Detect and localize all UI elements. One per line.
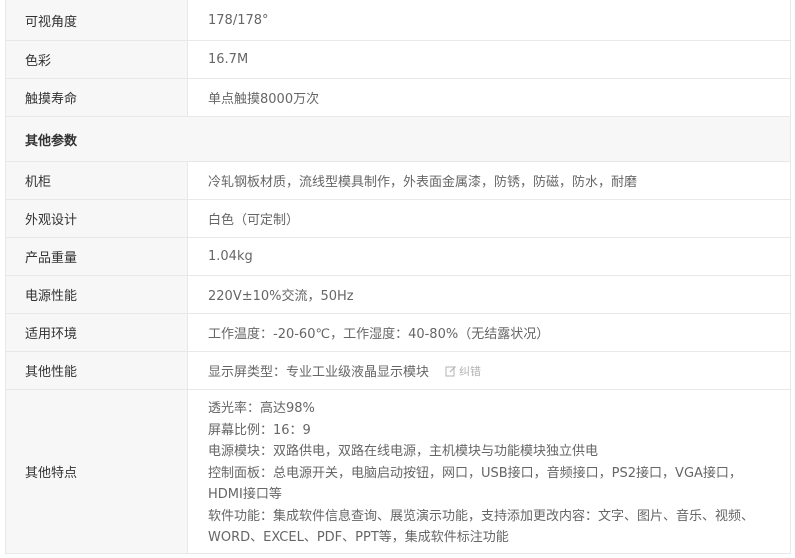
- section-title-other-params: 其他参数: [6, 117, 790, 162]
- spec-key: 触摸寿命: [6, 79, 187, 116]
- spec-row-other-performance: 其他性能 显示屏类型：专业工业级液晶显示模块 纠错: [6, 352, 790, 390]
- feedback-link[interactable]: 纠错: [445, 363, 481, 379]
- spec-key: 电源性能: [6, 276, 187, 313]
- spec-value: 冷轧钢板材质，流线型模具制作，外表面金属漆，防锈，防磁，防水，耐磨: [187, 162, 790, 199]
- spec-value: 220V±10%交流，50Hz: [187, 276, 790, 313]
- spec-key: 机柜: [6, 162, 187, 199]
- spec-row-power: 电源性能 220V±10%交流，50Hz: [6, 276, 790, 314]
- spec-value: 白色（可定制）: [187, 200, 790, 237]
- spec-row-weight: 产品重量 1.04kg: [6, 238, 790, 276]
- spec-key: 其他特点: [6, 390, 187, 553]
- spec-value-features: 透光率：高达98% 屏幕比例：16：9 电源模块：双路供电，双路在线电源，主机模…: [187, 390, 790, 553]
- spec-value: 16.7M: [187, 41, 790, 78]
- spec-key: 可视角度: [6, 0, 187, 40]
- spec-key: 外观设计: [6, 200, 187, 237]
- feature-line: 电源模块：双路供电，双路在线电源，主机模块与功能模块独立供电: [208, 444, 599, 459]
- feedback-label: 纠错: [459, 364, 482, 378]
- feature-line: 透光率：高达98%: [208, 401, 315, 416]
- spec-table: 可视角度 178/178° 色彩 16.7M 触摸寿命 单点触摸8000万次 其…: [5, 0, 791, 554]
- spec-value: 工作温度：-20-60℃，工作湿度：40-80%（无结露状况）: [187, 314, 790, 351]
- spec-key: 产品重量: [6, 238, 187, 275]
- spec-value: 单点触摸8000万次: [187, 79, 790, 116]
- edit-icon: [445, 365, 456, 376]
- spec-row-features: 其他特点 透光率：高达98% 屏幕比例：16：9 电源模块：双路供电，双路在线电…: [6, 390, 790, 554]
- spec-value-text: 显示屏类型：专业工业级液晶显示模块: [208, 365, 430, 380]
- spec-key: 其他性能: [6, 352, 187, 389]
- spec-row-environment: 适用环境 工作温度：-20-60℃，工作湿度：40-80%（无结露状况）: [6, 314, 790, 352]
- feature-line: 控制面板：总电源开关，电脑启动按钮，网口，USB接口，音频接口，PS2接口，VG…: [208, 465, 742, 503]
- feature-line: 屏幕比例：16：9: [208, 422, 311, 438]
- feature-line: 软件功能：集成软件信息查询、展览演示功能，支持添加更改内容：文字、图片、音乐、视…: [208, 508, 755, 546]
- spec-key: 适用环境: [6, 314, 187, 351]
- spec-value: 显示屏类型：专业工业级液晶显示模块 纠错: [187, 352, 790, 389]
- spec-row-viewing-angle: 可视角度 178/178°: [6, 0, 790, 41]
- spec-value: 178/178°: [187, 0, 790, 40]
- spec-row-color: 色彩 16.7M: [6, 41, 790, 79]
- spec-row-touch-life: 触摸寿命 单点触摸8000万次: [6, 79, 790, 117]
- spec-value: 1.04kg: [187, 238, 790, 275]
- spec-row-cabinet: 机柜 冷轧钢板材质，流线型模具制作，外表面金属漆，防锈，防磁，防水，耐磨: [6, 162, 790, 200]
- spec-key: 色彩: [6, 41, 187, 78]
- spec-row-appearance: 外观设计 白色（可定制）: [6, 200, 790, 238]
